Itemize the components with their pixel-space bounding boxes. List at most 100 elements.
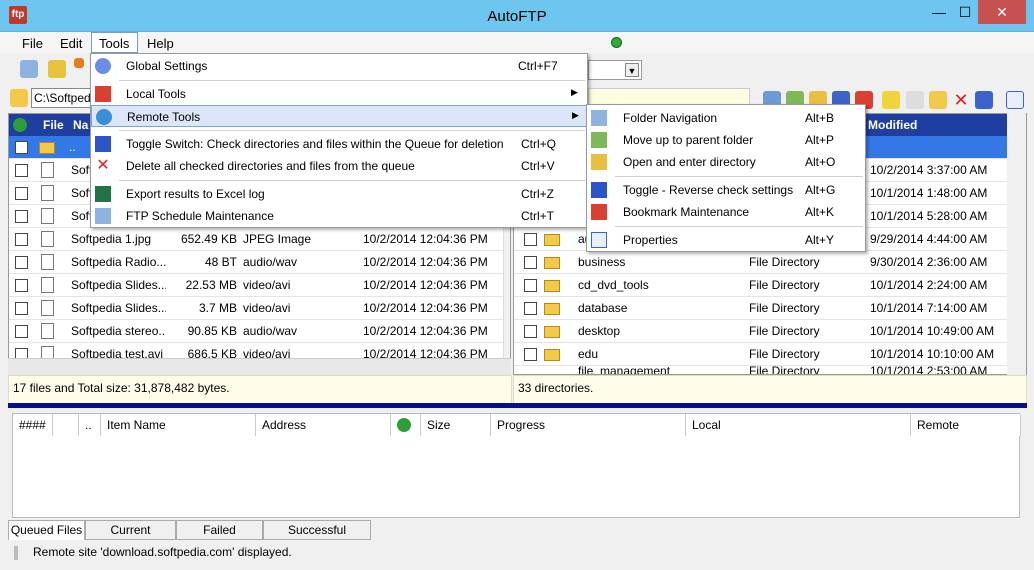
menu-file[interactable]: File [22, 36, 43, 51]
file-icon [41, 277, 54, 293]
remote-header-modified[interactable]: Modified [864, 114, 1008, 136]
table-row[interactable]: cd_dvd_tools File Directory 10/1/2014 2:… [514, 274, 1026, 297]
local-status-text: 17 files and Total size: 31,878,482 byte… [13, 381, 230, 395]
wizard-icon[interactable] [48, 60, 66, 78]
delete-icon[interactable]: ✕ [952, 91, 970, 109]
menu-tools[interactable]: Tools [99, 36, 129, 51]
menu-item-label: Open and enter directory [623, 155, 756, 169]
minimize-button[interactable]: — [926, 0, 952, 24]
row-checkbox[interactable] [15, 256, 28, 269]
row-checkbox[interactable] [15, 233, 28, 246]
file-size: 652.49 KB [180, 232, 237, 246]
row-checkbox[interactable] [524, 302, 537, 315]
tab-current-directory[interactable]: Current Directory [85, 520, 176, 555]
row-checkbox[interactable] [15, 210, 28, 223]
table-row[interactable]: database File Directory 10/1/2014 7:14:0… [514, 297, 1026, 320]
menu-edit[interactable]: Edit [60, 36, 82, 51]
table-row[interactable]: Softpedia Slides... 3.7 MB video/avi 10/… [9, 297, 510, 320]
folder-icon [544, 326, 560, 338]
table-row[interactable]: Softpedia Radio.... 48 BT audio/wav 10/2… [9, 251, 510, 274]
row-checkbox[interactable] [15, 325, 28, 338]
row-checkbox[interactable] [524, 325, 537, 338]
queue-header-check[interactable] [53, 414, 79, 436]
local-header-file[interactable]: File [39, 114, 69, 136]
menu-toggle-switch[interactable]: Toggle Switch: Check directories and fil… [91, 133, 587, 155]
book-icon[interactable] [20, 60, 38, 78]
queue-header-progress[interactable]: Progress [491, 414, 686, 436]
queue-header-number[interactable]: #### [13, 414, 53, 436]
table-row[interactable]: Softpedia stereo... 90.85 KB audio/wav 1… [9, 320, 510, 343]
transfer-icon[interactable] [975, 91, 993, 109]
file-date: 10/2/2014 12:04:36 PM [363, 301, 488, 315]
wifi-icon [96, 109, 112, 125]
row-checkbox[interactable] [524, 348, 537, 361]
row-checkbox[interactable] [15, 141, 28, 154]
table-row[interactable]: business File Directory 9/30/2014 2:36:0… [514, 251, 1026, 274]
green-up-icon [13, 118, 27, 132]
queue-header-size[interactable]: Size [421, 414, 491, 436]
menu-help[interactable]: Help [147, 36, 174, 51]
menu-item-label: Properties [623, 233, 678, 247]
menu-item-shortcut: Ctrl+V [521, 159, 555, 173]
queue-header-item-name[interactable]: Item Name [101, 414, 256, 436]
menu-separator [119, 180, 585, 181]
queue-list[interactable]: #### .. Item Name Address Size Progress … [12, 413, 1021, 518]
gear-icon [95, 58, 111, 74]
row-checkbox[interactable] [524, 233, 537, 246]
tab-failed-transfers[interactable]: Failed Transfers [176, 520, 263, 555]
chevron-down-icon[interactable]: ▼ [625, 63, 639, 77]
file-size: 22.53 MB [185, 278, 237, 292]
local-horizontal-scrollbar[interactable] [8, 358, 511, 375]
home-icon [95, 86, 111, 102]
table-row[interactable]: Softpedia Slides... 22.53 MB video/avi 1… [9, 274, 510, 297]
queue-header-dots[interactable]: .. [79, 414, 101, 436]
panel-splitter[interactable] [8, 403, 1027, 408]
queue-header-remote[interactable]: Remote [911, 414, 1021, 436]
menu-ftp-schedule[interactable]: FTP Schedule Maintenance Ctrl+T [91, 205, 587, 227]
menu-reverse-check[interactable]: Toggle - Reverse check settings Alt+G [587, 179, 865, 201]
row-checkbox[interactable] [524, 256, 537, 269]
file-name: Softpedia 1.jpg [71, 232, 152, 246]
properties-icon[interactable] [1006, 91, 1024, 109]
folder-icon[interactable] [10, 89, 28, 107]
file-icon [41, 254, 54, 270]
table-row[interactable]: desktop File Directory 10/1/2014 10:49:0… [514, 320, 1026, 343]
menu-local-tools[interactable]: Local Tools ▶ [91, 83, 587, 105]
status-bar-text: Remote site 'download.softpedia.com' dis… [33, 545, 292, 559]
local-status-panel: 17 files and Total size: 31,878,482 byte… [8, 375, 512, 405]
table-row[interactable]: file_management File Directory 10/1/2014… [514, 366, 1026, 374]
menu-properties[interactable]: Properties Alt+Y [587, 229, 865, 251]
tab-successful-transfers[interactable]: Successful Transfers [263, 520, 371, 555]
local-path-input[interactable]: C:\Softpedia [31, 88, 100, 108]
row-checkbox[interactable] [15, 302, 28, 315]
close-button[interactable]: ✕ [978, 0, 1026, 24]
maximize-button[interactable]: ☐ [952, 0, 978, 24]
menu-bookmark-maintenance[interactable]: Bookmark Maintenance Alt+K [587, 201, 865, 223]
queue-header-address[interactable]: Address [256, 414, 391, 436]
menu-global-settings[interactable]: Global Settings Ctrl+F7 [91, 55, 587, 77]
table-row[interactable]: edu File Directory 10/1/2014 10:10:00 AM [514, 343, 1026, 366]
file-icon [41, 185, 54, 201]
queue-header-local[interactable]: Local [686, 414, 911, 436]
menu-delete-checked[interactable]: ✕ Delete all checked directories and fil… [91, 155, 587, 177]
table-row[interactable]: Softpedia 1.jpg 652.49 KB JPEG Image 10/… [9, 228, 510, 251]
menu-parent-folder[interactable]: Move up to parent folder Alt+P [587, 129, 865, 151]
row-checkbox[interactable] [524, 279, 537, 292]
star-icon[interactable] [74, 58, 84, 68]
local-header-check[interactable] [9, 114, 39, 136]
menu-open-directory[interactable]: Open and enter directory Alt+O [587, 151, 865, 173]
folder-icon [39, 142, 55, 154]
menu-folder-navigation[interactable]: Folder Navigation Alt+B [587, 107, 865, 129]
tab-queued-files[interactable]: Queued Files [8, 520, 85, 540]
new-folder-icon[interactable] [929, 91, 947, 109]
html-icon[interactable] [882, 91, 900, 109]
edit-icon[interactable] [906, 91, 924, 109]
row-checkbox[interactable] [15, 187, 28, 200]
queue-header-download[interactable] [391, 414, 421, 436]
menu-remote-tools[interactable]: Remote Tools ▶ [91, 105, 587, 127]
server-select[interactable]: ▼ [588, 60, 642, 80]
remote-vertical-scrollbar[interactable] [1007, 113, 1026, 375]
row-checkbox[interactable] [15, 164, 28, 177]
row-checkbox[interactable] [15, 279, 28, 292]
menu-export-excel[interactable]: Export results to Excel log Ctrl+Z [91, 183, 587, 205]
